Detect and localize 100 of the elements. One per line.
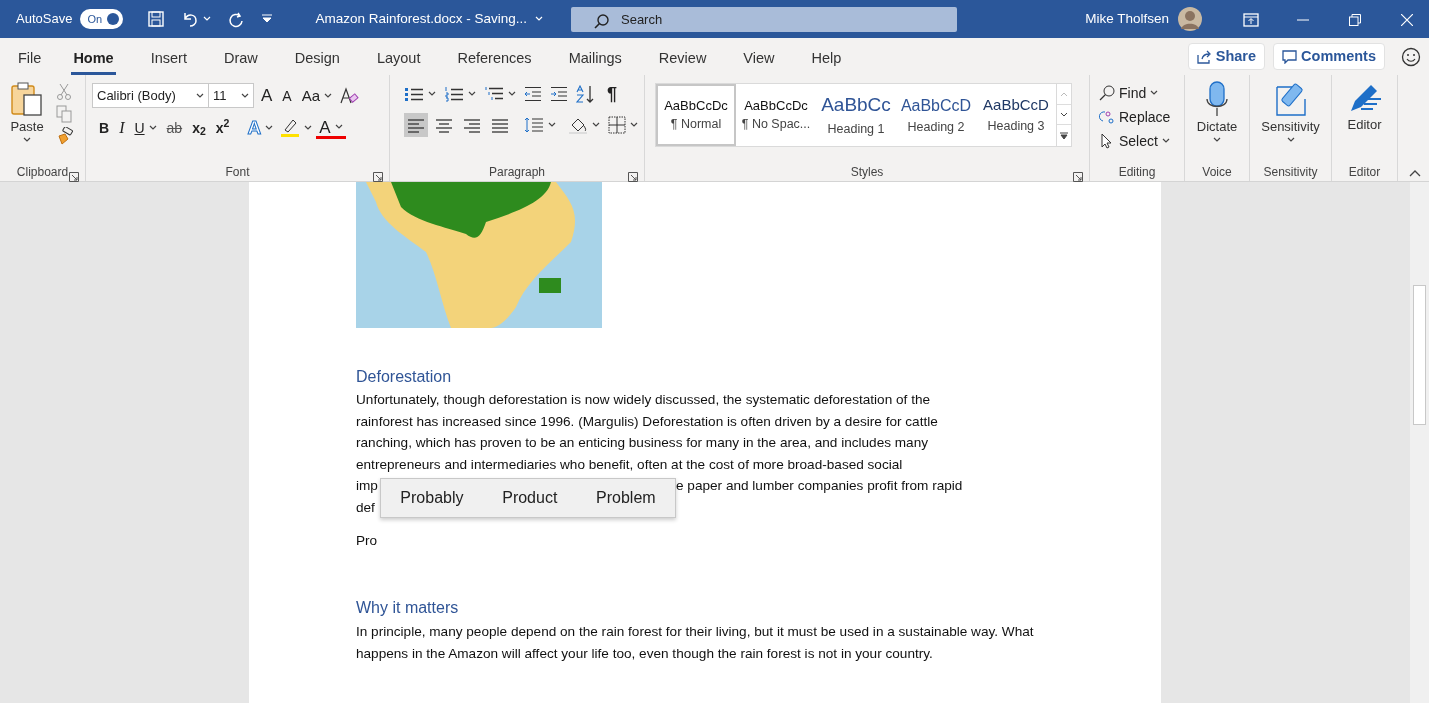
subscript-button[interactable]: x$_{2}$ (189, 118, 209, 137)
align-justify-icon (491, 117, 509, 134)
font-color-button[interactable]: A (316, 116, 346, 139)
document-title[interactable]: Amazon Rainforest.docx - Saving... (315, 12, 543, 26)
superscript-button[interactable]: x$^{2}$ (212, 118, 233, 137)
bold-button[interactable]: B (96, 118, 113, 137)
text-line: ranching, which has proven to be an enticing business for many in the area, and includes many (356, 435, 929, 451)
select-button[interactable]: Select (1096, 131, 1178, 151)
grow-font-button[interactable]: A (258, 85, 276, 106)
body-paragraph: In principle, many people depend on the rain forest for their living, but it must be used in a sustainable way. What happens in the Amazon will affect your life too, even though the rain forest is not in your country. (356, 623, 1035, 663)
caret-icon[interactable] (1161, 138, 1170, 144)
group-label: Voice (1202, 165, 1232, 179)
suggestion-item[interactable]: Product (502, 487, 558, 509)
more-styles-icon[interactable] (1060, 131, 1068, 140)
format-painter-icon[interactable] (56, 127, 74, 145)
menu-tab[interactable]: Insert (148, 45, 189, 75)
user-name: Mike Tholfsen (1085, 9, 1169, 28)
caret-icon[interactable] (1286, 136, 1295, 143)
search-field[interactable]: Search (571, 6, 957, 32)
sort-icon[interactable] (576, 85, 596, 103)
caret-icon[interactable] (1150, 90, 1159, 96)
comments-button[interactable]: Comments (1273, 42, 1385, 71)
caret-icon[interactable] (428, 91, 436, 97)
shrink-font-button[interactable]: A (279, 86, 295, 105)
suggestion-item[interactable]: Problem (596, 487, 656, 509)
borders-icon[interactable] (608, 116, 626, 135)
font-size-field[interactable]: 11 (208, 83, 254, 108)
caret-icon[interactable] (304, 124, 313, 131)
menu-tab[interactable]: Draw (221, 45, 260, 75)
show-formatting-button[interactable]: ¶ (604, 83, 620, 105)
menu-tab[interactable]: Review (656, 45, 709, 75)
autosave-toggle[interactable]: On (80, 9, 124, 29)
restore-icon[interactable] (1349, 13, 1361, 26)
increase-indent-icon[interactable] (550, 86, 568, 102)
caret-icon[interactable] (265, 124, 274, 131)
numbering-icon[interactable] (444, 86, 464, 102)
caret-icon[interactable] (241, 92, 249, 99)
body-text: Pro (356, 532, 378, 548)
undo-icon[interactable] (181, 10, 200, 28)
ribbon-display-icon[interactable] (1243, 12, 1259, 27)
change-case-button[interactable]: Aa (298, 86, 336, 105)
replace-button[interactable]: Replace (1096, 107, 1178, 127)
caret-icon[interactable] (1213, 136, 1221, 143)
menu-tab[interactable]: References (455, 45, 534, 75)
redo-icon[interactable] (227, 10, 246, 28)
menu-tab[interactable]: Mailings (566, 45, 624, 75)
clear-formatting-icon[interactable] (339, 86, 360, 105)
replace-icon (1099, 109, 1115, 125)
caret-icon[interactable] (468, 91, 476, 97)
close-icon[interactable] (1401, 13, 1413, 26)
sensitivity-button[interactable]: Sensitivity (1257, 79, 1324, 165)
align-left-button[interactable] (404, 113, 428, 138)
multilevel-list-icon[interactable] (484, 86, 504, 102)
menu-tab[interactable]: File (16, 45, 44, 75)
smiley-icon[interactable] (1401, 46, 1421, 67)
caret-icon[interactable] (324, 92, 333, 99)
highlighter-icon[interactable] (280, 117, 301, 138)
menu-tab[interactable]: View (741, 45, 777, 75)
scroll-down-icon[interactable] (1060, 111, 1068, 118)
caret-icon[interactable] (148, 124, 157, 131)
caret-icon[interactable] (508, 91, 516, 97)
paste-button[interactable]: Paste (6, 79, 48, 165)
bullets-icon[interactable] (404, 86, 424, 102)
menu-tab[interactable]: Help (809, 45, 844, 75)
section-heading: Deforestation (356, 367, 453, 387)
collapse-ribbon-icon[interactable] (1409, 169, 1421, 177)
menu-tab[interactable]: Layout (374, 45, 423, 75)
underline-button[interactable]: U (131, 118, 160, 137)
dialog-launcher-icon[interactable] (628, 171, 638, 182)
dialog-launcher-icon[interactable] (69, 171, 79, 182)
caret-icon[interactable] (592, 122, 600, 129)
caret-icon[interactable] (548, 122, 556, 129)
group-label: Font (225, 165, 250, 179)
caret-icon[interactable] (196, 92, 204, 99)
section-heading: Why it matters (356, 598, 459, 619)
vertical-scrollbar[interactable] (1410, 182, 1429, 703)
font-name-field[interactable]: Calibri (Body) (92, 83, 209, 108)
share-button[interactable]: Share (1187, 42, 1266, 71)
menu-tab[interactable]: Design (292, 45, 342, 75)
find-button[interactable]: Find (1096, 83, 1178, 103)
caret-icon[interactable] (23, 136, 31, 143)
text-line: rainforest has increased since 1996. (Margulis) Deforestation is often driven by a desire for cattle (356, 413, 938, 429)
search-icon (1099, 85, 1115, 101)
editor-button[interactable]: Editor (1342, 79, 1387, 165)
shading-icon[interactable] (568, 116, 588, 135)
autosave-label: AutoSave (16, 10, 73, 29)
style-gallery-item[interactable]: AaBbCcDc ¶ Normal (656, 84, 736, 146)
save-icon[interactable] (147, 10, 166, 28)
dialog-launcher-icon[interactable] (373, 171, 383, 182)
strikethrough-button[interactable]: ab (163, 118, 186, 137)
customize-menu-icon[interactable] (261, 14, 274, 24)
caret-icon[interactable] (630, 122, 638, 129)
share-icon (1196, 49, 1212, 64)
suggestion-item[interactable]: Probably (400, 487, 464, 509)
avatar-icon[interactable] (1177, 6, 1203, 32)
caret-icon[interactable] (334, 124, 343, 130)
dictate-button[interactable]: Dictate (1192, 79, 1242, 165)
italic-button[interactable]: I (116, 117, 128, 138)
decrease-indent-icon[interactable] (524, 86, 542, 102)
dialog-launcher-icon[interactable] (1073, 171, 1083, 182)
